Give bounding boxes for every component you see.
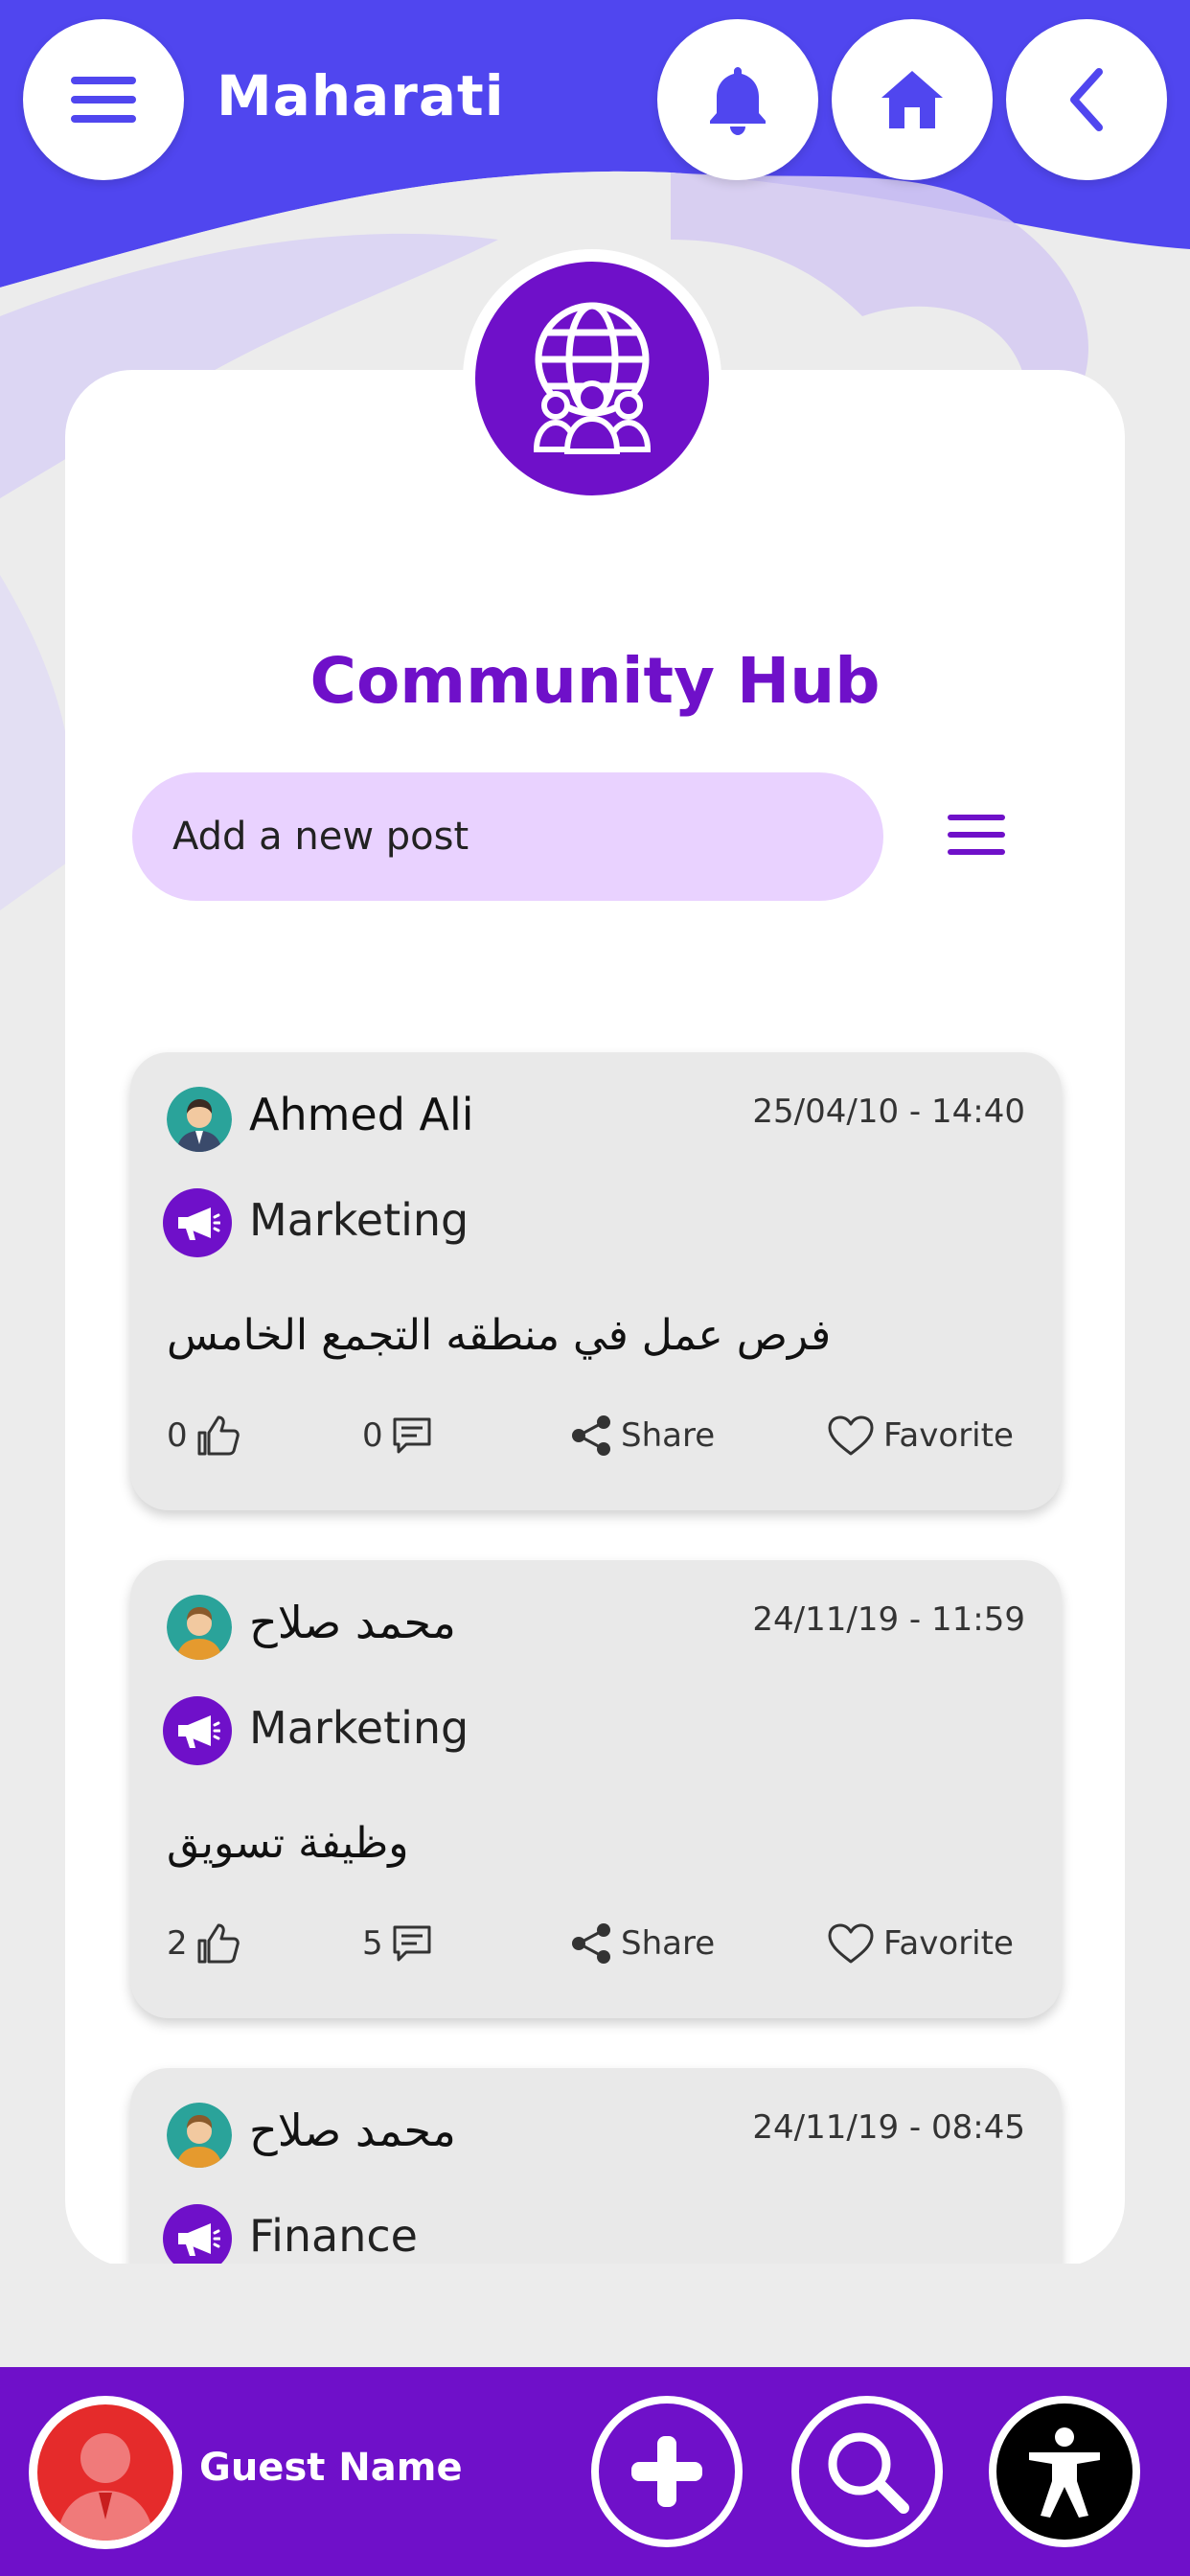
accessibility-button[interactable] xyxy=(989,2396,1140,2547)
avatar[interactable] xyxy=(167,1595,232,1660)
post-category: Marketing xyxy=(249,1702,469,1754)
post-category: Marketing xyxy=(249,1194,469,1246)
comment-count: 5 xyxy=(362,1924,383,1963)
community-hub-card: Community Hub Add a new post Ahmed Ali 2… xyxy=(65,370,1125,2267)
notifications-button[interactable] xyxy=(657,19,818,180)
top-bar: Maharati xyxy=(0,0,1190,288)
post-author[interactable]: محمد صلاح xyxy=(249,2104,456,2156)
comment-button[interactable]: 0 xyxy=(362,1407,433,1464)
like-count: 0 xyxy=(167,1416,188,1455)
add-post-button[interactable] xyxy=(591,2396,743,2547)
post-date: 24/11/19 - 11:59 xyxy=(752,1600,1025,1639)
megaphone-icon xyxy=(163,2204,232,2267)
menu-button[interactable] xyxy=(23,19,184,180)
megaphone-icon xyxy=(163,1188,232,1257)
thumbs-up-icon xyxy=(197,1923,240,1964)
comment-button[interactable]: 5 xyxy=(362,1915,433,1972)
plus-icon xyxy=(631,2436,702,2507)
post-card[interactable]: محمد صلاح 24/11/19 - 11:59 Marketing وظي… xyxy=(130,1560,1062,2018)
man-avatar-icon xyxy=(167,1595,232,1660)
avatar[interactable] xyxy=(29,2396,182,2549)
share-label: Share xyxy=(621,1416,716,1455)
like-button[interactable]: 0 xyxy=(167,1407,240,1464)
heart-icon xyxy=(828,1923,874,1964)
favorite-button[interactable]: Favorite xyxy=(826,1407,1014,1464)
chevron-left-icon xyxy=(1070,68,1103,131)
hamburger-menu-icon xyxy=(948,815,1005,855)
bottom-bar: Guest Name xyxy=(0,2367,1190,2576)
post-author[interactable]: Ahmed Ali xyxy=(249,1089,474,1140)
megaphone-icon xyxy=(163,1696,232,1765)
share-icon xyxy=(572,1415,610,1456)
post-author[interactable]: محمد صلاح xyxy=(249,1597,456,1648)
avatar[interactable] xyxy=(167,2103,232,2168)
share-button[interactable]: Share xyxy=(569,1915,715,1972)
home-button[interactable] xyxy=(832,19,993,180)
post-actions: 0 0 Share Favorite xyxy=(167,1407,1029,1464)
like-button[interactable]: 2 xyxy=(167,1915,240,1972)
search-icon xyxy=(828,2432,909,2514)
post-card[interactable]: محمد صلاح 24/11/19 - 08:45 Finance xyxy=(130,2068,1062,2267)
user-silhouette-icon xyxy=(57,2433,154,2541)
favorite-button[interactable]: Favorite xyxy=(826,1915,1014,1972)
man-suit-avatar-icon xyxy=(167,1087,232,1152)
post-text: وظيفة تسويق xyxy=(167,1819,409,1868)
filter-menu-button[interactable] xyxy=(943,801,1010,868)
globe-community-icon xyxy=(533,302,652,454)
favorite-label: Favorite xyxy=(883,1416,1014,1455)
bell-icon xyxy=(710,67,766,135)
share-icon xyxy=(572,1923,610,1964)
post-actions: 2 5 Share Favorite xyxy=(167,1915,1029,1972)
community-hub-logo xyxy=(463,249,721,508)
post-card[interactable]: Ahmed Ali 25/04/10 - 14:40 Marketing فرص… xyxy=(130,1052,1062,1510)
avatar[interactable] xyxy=(167,1087,232,1152)
app-title: Maharati xyxy=(217,63,505,128)
man-avatar-icon xyxy=(167,2103,232,2168)
comment-count: 0 xyxy=(362,1416,383,1455)
post-text: فرص عمل في منطقه التجمع الخامس xyxy=(167,1311,832,1360)
accessibility-icon xyxy=(1029,2427,1100,2518)
hamburger-menu-icon xyxy=(71,77,136,123)
share-label: Share xyxy=(621,1924,716,1963)
heart-icon xyxy=(828,1415,874,1456)
like-count: 2 xyxy=(167,1924,188,1963)
new-post-placeholder: Add a new post xyxy=(172,815,469,859)
share-button[interactable]: Share xyxy=(569,1407,715,1464)
post-feed: Ahmed Ali 25/04/10 - 14:40 Marketing فرص… xyxy=(130,1052,1062,2267)
thumbs-up-icon xyxy=(197,1415,240,1456)
back-button[interactable] xyxy=(1006,19,1167,180)
page-title: Community Hub xyxy=(309,644,881,718)
comment-icon xyxy=(393,1417,431,1454)
search-button[interactable] xyxy=(791,2396,943,2547)
home-icon xyxy=(881,71,943,128)
card-bottom-edge xyxy=(65,2264,1125,2273)
comment-icon xyxy=(393,1925,431,1962)
post-date: 25/04/10 - 14:40 xyxy=(752,1092,1025,1131)
guest-name: Guest Name xyxy=(199,2446,463,2490)
post-date: 24/11/19 - 08:45 xyxy=(752,2108,1025,2147)
post-category: Finance xyxy=(249,2210,418,2262)
new-post-input[interactable]: Add a new post xyxy=(132,772,883,901)
favorite-label: Favorite xyxy=(883,1924,1014,1963)
